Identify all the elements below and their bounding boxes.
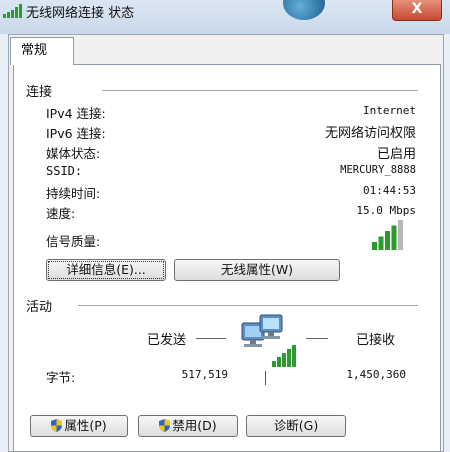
- duration-value: 01:44:53: [363, 184, 416, 197]
- connection-divider: [102, 90, 418, 91]
- signal-bar: [391, 225, 397, 250]
- shield-icon: [51, 419, 63, 432]
- globe-icon: [283, 0, 325, 20]
- duration-label: 持续时间:: [46, 186, 101, 201]
- tab-content: 连接 IPv4 连接: Internet IPv6 连接: 无网络访问权限 媒体…: [13, 64, 441, 452]
- received-line: [306, 338, 328, 339]
- disable-button[interactable]: 禁用(D): [138, 415, 238, 437]
- title-bar: 无线网络连接 状态 X: [0, 0, 450, 34]
- details-button[interactable]: 详细信息(E)...: [46, 259, 166, 281]
- signal-quality-indicator: [372, 220, 403, 250]
- network-computers-icon: [241, 314, 296, 367]
- activity-section-title: 活动: [26, 300, 53, 315]
- bytes-label: 字节:: [46, 370, 76, 385]
- received-bytes-value: 1,450,360: [346, 368, 406, 381]
- sent-bytes-value: 517,519: [181, 368, 228, 381]
- properties-button[interactable]: 属性(P): [30, 415, 128, 437]
- speed-value: 15.0 Mbps: [356, 204, 416, 217]
- wireless-properties-button[interactable]: 无线属性(W): [174, 259, 340, 281]
- ssid-value: MERCURY_8888: [340, 164, 416, 176]
- tab-general[interactable]: 常规: [10, 37, 74, 65]
- sent-line: [196, 338, 226, 339]
- received-label: 已接收: [356, 333, 396, 348]
- ssid-label: SSID:: [46, 164, 83, 178]
- disable-button-label: 禁用(D): [172, 418, 217, 433]
- ipv4-value: Internet: [363, 104, 416, 117]
- sent-label: 已发送: [147, 333, 187, 348]
- wireless-signal-icon: [3, 4, 22, 18]
- signal-quality-label: 信号质量:: [46, 234, 101, 249]
- close-button[interactable]: X: [392, 0, 442, 21]
- activity-divider: [78, 305, 418, 306]
- shield-icon: [159, 419, 171, 432]
- speed-label: 速度:: [46, 206, 76, 221]
- connection-section-title: 连接: [26, 85, 53, 100]
- diagnose-button[interactable]: 诊断(G): [246, 415, 346, 437]
- bytes-separator: [265, 371, 266, 385]
- ipv6-value: 无网络访问权限: [324, 126, 416, 141]
- signal-bar: [385, 231, 390, 250]
- properties-button-label: 属性(P): [64, 418, 107, 433]
- signal-bar: [372, 242, 377, 250]
- ipv4-label: IPv4 连接:: [46, 106, 106, 121]
- window-title: 无线网络连接 状态: [26, 6, 135, 21]
- ipv6-label: IPv6 连接:: [46, 126, 106, 141]
- media-state-label: 媒体状态:: [46, 146, 101, 161]
- signal-bar: [398, 220, 403, 250]
- signal-bar: [378, 236, 384, 250]
- media-state-value: 已启用: [376, 147, 416, 162]
